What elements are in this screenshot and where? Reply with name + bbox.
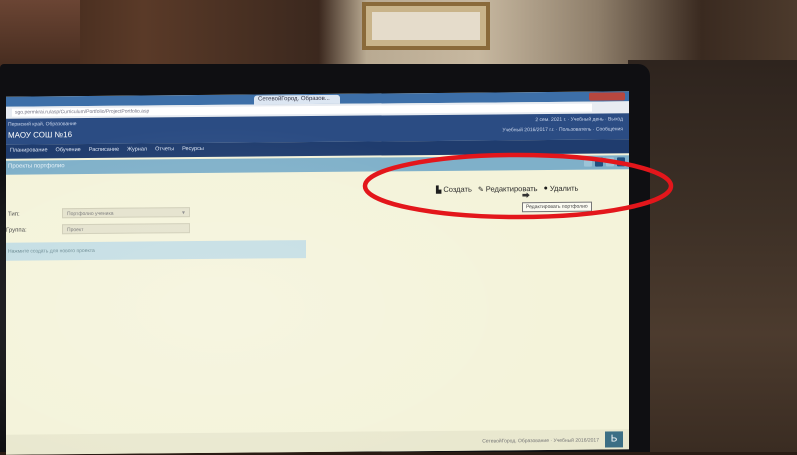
- info-banner: Нажмите создать для нового проекта: [6, 240, 306, 261]
- group-label: Группа:: [6, 227, 27, 234]
- monitor-screen: СетевойГород. Образов... sgo.permkrai.ru…: [6, 91, 629, 455]
- action-toolbar: ▙ Создать ✎ Редактировать ● Удалить: [436, 184, 578, 194]
- print-icon[interactable]: [595, 157, 603, 167]
- delete-label: Удалить: [549, 183, 579, 193]
- nav-item-learning[interactable]: Обучение: [56, 147, 81, 153]
- wall-picture-frame: [362, 2, 490, 50]
- refresh-icon[interactable]: [606, 157, 614, 167]
- window-controls[interactable]: [589, 92, 625, 101]
- create-button[interactable]: ▙ Создать: [436, 185, 472, 194]
- page-title: Проекты портфолио: [8, 163, 65, 170]
- settings-icon[interactable]: [617, 157, 625, 167]
- mouse-cursor-icon: ⮕: [522, 191, 530, 201]
- nav-item-planning[interactable]: Планирование: [10, 147, 48, 153]
- type-label: Тип:: [8, 211, 20, 218]
- document-icon: ▙: [436, 186, 442, 194]
- nav-item-resources[interactable]: Ресурсы: [182, 146, 204, 152]
- org-name: Пермский край, Образование: [8, 121, 77, 128]
- delete-button[interactable]: ● Удалить: [544, 184, 579, 193]
- type-select-value: Портфолио ученика: [67, 210, 114, 218]
- nav-item-reports[interactable]: Отчеты: [155, 146, 174, 152]
- status-text: СетевойГород. Образование · Учебный 2016…: [482, 437, 599, 445]
- nav-item-journal[interactable]: Журнал: [127, 146, 147, 152]
- edit-tooltip: Редактировать портфолио: [522, 201, 592, 213]
- help-icon[interactable]: [584, 157, 592, 167]
- app-logo: Ь: [605, 431, 623, 448]
- nav-item-schedule[interactable]: Расписание: [89, 147, 119, 153]
- room-right-side: [628, 60, 797, 452]
- group-input[interactable]: Проект: [62, 223, 190, 235]
- delete-icon: ●: [543, 184, 548, 193]
- header-user-info[interactable]: 2 сем. 2021 г. · Учебный день · Выход: [535, 116, 623, 123]
- school-name: МАОУ СОШ №16: [8, 130, 73, 140]
- chevron-down-icon: ▼: [181, 210, 186, 217]
- pencil-icon: ✎: [477, 186, 484, 194]
- type-select[interactable]: Портфолио ученика ▼: [62, 207, 190, 219]
- header-year-info[interactable]: Учебный 2016/2017 г.г. · Пользователь · …: [502, 126, 623, 133]
- page-title-bar: Проекты портфолио: [6, 155, 629, 175]
- create-label: Создать: [443, 184, 472, 194]
